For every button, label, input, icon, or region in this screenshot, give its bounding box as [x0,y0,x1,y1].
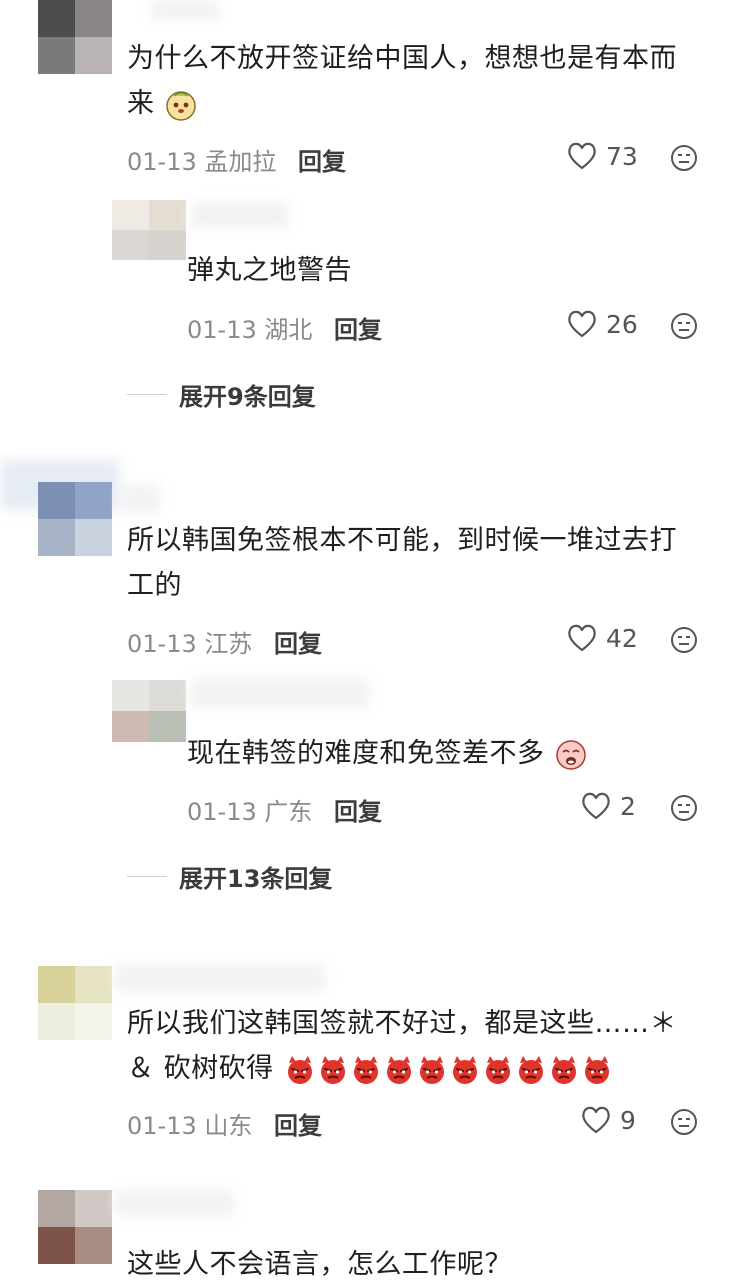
avatar[interactable] [38,966,112,1040]
heart-outline-icon [582,792,610,820]
comment-date: 01-13 [127,1112,197,1140]
neutral-face-icon[interactable] [670,794,698,822]
dog-face-emoji [165,90,196,121]
like-button[interactable]: 9 [580,1105,636,1135]
comment-meta: 01-13 山东 回复 [127,1106,322,1141]
reply-button[interactable]: 回复 [334,316,382,344]
comment-meta: 01-13 江苏 回复 [127,624,322,659]
username-redacted [115,964,325,992]
expand-replies-button[interactable]: 展开9条回复 [127,377,316,412]
like-count: 9 [620,1105,636,1135]
username-redacted [190,678,370,708]
angry-devil-emoji [518,1055,543,1084]
username-redacted [115,1190,235,1216]
neutral-face-icon[interactable] [670,1108,698,1136]
reply-date: 01-13 [187,798,257,826]
username-redacted [190,202,290,228]
comment-date: 01-13 [127,630,197,658]
username-redacted [150,0,220,20]
angry-devil-emoji [320,1055,345,1084]
reply-meta: 01-13 湖北 回复 [187,310,382,345]
reply-button[interactable]: 回复 [274,1112,322,1140]
username-redacted [120,484,160,512]
reply-location: 广东 [264,798,313,826]
angry-devil-emoji [287,1055,312,1084]
angry-devil-emoji [353,1055,378,1084]
reply-meta: 01-13 广东 回复 [187,792,382,827]
angry-devil-emoji [452,1055,477,1084]
reply-date: 01-13 [187,316,257,344]
comment-location: 江苏 [204,630,253,658]
like-count: 73 [606,141,638,171]
neutral-face-icon[interactable] [670,626,698,654]
comment-text: 为什么不放开签证给中国人，想想也是有本而 来 [127,36,717,126]
reply-button[interactable]: 回复 [334,798,382,826]
reply-text: 现在韩签的难度和免签差不多 [187,731,707,776]
comment-text: 所以我们这韩国签就不好过，都是这些……＊ ＆ 砍树砍得 [127,1008,677,1084]
like-count: 42 [606,623,638,653]
comment-meta: 01-13 孟加拉 回复 [127,142,346,177]
neutral-face-icon[interactable] [670,312,698,340]
like-button[interactable]: 73 [566,141,638,171]
reply-button[interactable]: 回复 [274,630,322,658]
reply-avatar[interactable] [112,200,186,260]
crying-face-emoji [555,739,586,770]
like-count: 26 [606,309,638,339]
reply-avatar[interactable] [112,680,186,742]
reply-location: 湖北 [264,316,313,344]
reply-button[interactable]: 回复 [298,148,346,176]
angry-devil-emoji-row [283,1053,613,1084]
angry-devil-emoji [551,1055,576,1084]
angry-devil-emoji [485,1055,510,1084]
comment-location: 孟加拉 [204,148,277,176]
angry-devil-emoji [584,1055,609,1084]
heart-outline-icon [568,310,596,338]
reply-text: 弹丸之地警告 [187,255,352,286]
angry-devil-emoji [386,1055,411,1084]
like-count: 2 [620,791,636,821]
avatar[interactable] [38,0,112,74]
angry-devil-emoji [419,1055,444,1084]
heart-outline-icon [568,624,596,652]
like-button[interactable]: 42 [566,623,638,653]
heart-outline-icon [568,142,596,170]
comment-text: 这些人不会语言，怎么工作呢？ [127,1249,512,1280]
neutral-face-icon[interactable] [670,144,698,172]
avatar[interactable] [38,482,112,556]
heart-outline-icon [582,1106,610,1134]
like-button[interactable]: 2 [580,791,636,821]
comment-date: 01-13 [127,148,197,176]
comment-location: 山东 [204,1112,253,1140]
expand-replies-button[interactable]: 展开13条回复 [127,859,332,894]
like-button[interactable]: 26 [566,309,638,339]
avatar[interactable] [38,1190,112,1264]
divider [127,394,167,395]
comment-text: 所以韩国免签根本不可能，到时候一堆过去打 工的 [127,525,677,601]
divider [127,876,167,877]
